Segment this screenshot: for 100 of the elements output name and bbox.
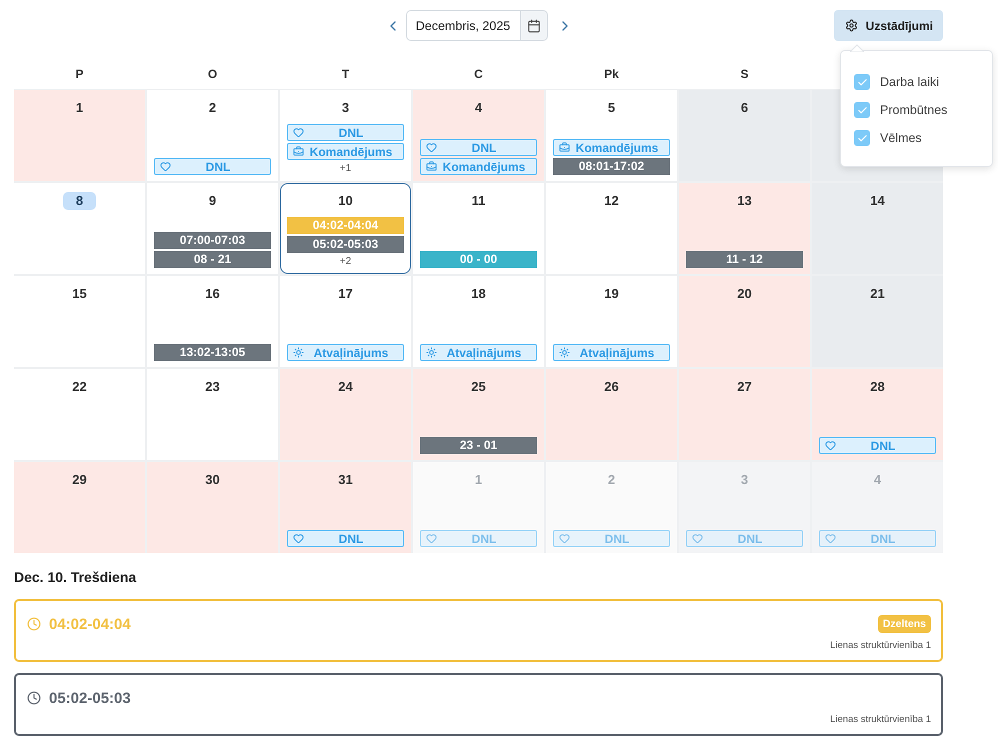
day-cell[interactable]: 31 DNL (280, 462, 411, 553)
weekday-label: T (340, 66, 350, 80)
day-number: 10 (338, 192, 353, 210)
time-block[interactable]: 13:02-13:05 (154, 344, 271, 361)
day-cell[interactable]: 3 DNL Komandējums +1 (280, 90, 411, 181)
day-cell[interactable]: 8 (14, 183, 145, 274)
day-number: 14 (870, 192, 885, 210)
day-number: 1 (474, 471, 482, 489)
day-number: 4 (474, 99, 482, 117)
day-cell[interactable]: 21 (812, 276, 943, 367)
day-number: 17 (338, 285, 353, 303)
option-label[interactable]: Prombūtnes (880, 103, 948, 117)
heart-icon (160, 161, 171, 172)
day-cell[interactable]: 13 11 - 12 (679, 183, 810, 274)
briefcase-icon (293, 146, 304, 157)
settings-button[interactable]: Uzstādījumi (834, 10, 943, 41)
month-field[interactable]: Decembris, 2025 (406, 10, 520, 41)
heart-icon (559, 533, 570, 544)
sun-icon (293, 347, 304, 358)
day-number: 5 (608, 99, 616, 117)
settings-icon (844, 19, 858, 32)
time-entry-card[interactable]: 04:02-04:04 Dzeltens Lienas struktūrvienība 1 (14, 599, 943, 662)
day-cell[interactable]: 5 Komandējums 08:01-17:02 (546, 90, 677, 181)
day-cell[interactable]: 26 (546, 369, 677, 460)
day-cell[interactable]: 10 04:02-04:04 05:02-05:03 +2 (280, 183, 411, 274)
day-number: 9 (208, 192, 216, 210)
day-number: 27 (737, 378, 752, 396)
day-number: 12 (604, 192, 619, 210)
day-cell[interactable]: 1 (14, 90, 145, 181)
day-cell[interactable]: 11 00 - 00 (413, 183, 544, 274)
heart-icon (426, 533, 437, 544)
checkbox[interactable] (854, 102, 870, 118)
day-cell[interactable]: 27 (679, 369, 810, 460)
weekday-label: S (739, 66, 750, 80)
weekday-label: Pk (603, 66, 620, 80)
day-number: 28 (870, 378, 885, 396)
day-cell[interactable]: 15 (14, 276, 145, 367)
day-cell[interactable]: 24 (280, 369, 411, 460)
time-entry-card[interactable]: 05:02-05:03 Lienas struktūrvienība 1 (14, 673, 943, 736)
time-block[interactable]: 07:00-07:03 (154, 232, 271, 249)
day-number: 16 (205, 285, 220, 303)
day-cell[interactable]: 18 Atvaļinājums (413, 276, 544, 367)
day-cell[interactable]: 23 (147, 369, 278, 460)
heart-icon (692, 533, 703, 544)
more-count[interactable]: +2 (340, 255, 352, 268)
calendar-icon (526, 18, 540, 32)
day-number: 19 (604, 285, 619, 303)
time-block[interactable]: 23 - 01 (420, 437, 537, 454)
time-block[interactable]: 11 - 12 (686, 251, 803, 268)
checkbox[interactable] (854, 130, 870, 146)
day-number: 2 (208, 99, 216, 117)
day-number: 11 (472, 192, 486, 210)
unit-label: Lienas struktūrvienība 1 (830, 714, 931, 725)
day-number: 20 (737, 285, 752, 303)
option-label[interactable]: Darba laiki (880, 75, 940, 89)
entry-time: 04:02-04:04 (49, 616, 131, 632)
day-number: 22 (72, 378, 87, 396)
day-number: 21 (870, 285, 885, 303)
day-cell[interactable]: 16 13:02-13:05 (147, 276, 278, 367)
calendar-button[interactable] (520, 10, 548, 41)
day-cell[interactable]: 14 (812, 183, 943, 274)
day-cell[interactable]: 30 (147, 462, 278, 553)
time-block[interactable]: 08:01-17:02 (553, 158, 670, 175)
more-count[interactable]: +1 (340, 162, 352, 175)
briefcase-icon (426, 161, 437, 172)
day-cell[interactable]: 2 DNL (147, 90, 278, 181)
heart-icon (426, 142, 437, 153)
day-cell[interactable]: 20 (679, 276, 810, 367)
day-number: 24 (338, 378, 353, 396)
day-cell[interactable]: 29 (14, 462, 145, 553)
day-number: 30 (205, 471, 220, 489)
sun-icon (426, 347, 437, 358)
day-number: 15 (72, 285, 87, 303)
heart-icon (293, 127, 304, 138)
day-cell[interactable]: 25 23 - 01 (413, 369, 544, 460)
day-cell[interactable]: 9 07:00-07:03 08 - 21 (147, 183, 278, 274)
day-cell[interactable]: 17 Atvaļinājums (280, 276, 411, 367)
category-badge: Dzeltens (878, 615, 931, 633)
weekday-label: C (473, 66, 484, 80)
day-number: 4 (874, 471, 882, 489)
check-icon (856, 104, 868, 116)
clock-icon (27, 617, 41, 631)
check-icon (856, 132, 868, 144)
clock-icon (27, 691, 41, 705)
option-label[interactable]: Vēlmes (880, 131, 922, 145)
checkbox[interactable] (854, 74, 870, 90)
day-cell[interactable]: 28 DNL (812, 369, 943, 460)
day-title: Dec. 10. Trešdiena (14, 569, 138, 585)
day-number: 25 (471, 378, 486, 396)
day-cell[interactable]: 22 (14, 369, 145, 460)
unit-label: Lienas struktūrvienība 1 (830, 640, 931, 651)
day-cell[interactable]: 12 (546, 183, 677, 274)
heart-icon (293, 533, 304, 544)
day-cell[interactable]: 19 Atvaļinājums (546, 276, 677, 367)
time-block[interactable]: 05:02-05:03 (287, 236, 404, 253)
day-number: 8 (62, 192, 96, 210)
day-number: 23 (205, 378, 220, 396)
time-block[interactable]: 08 - 21 (154, 251, 271, 268)
day-number: 31 (338, 471, 353, 489)
day-cell[interactable]: 6 (679, 90, 810, 181)
